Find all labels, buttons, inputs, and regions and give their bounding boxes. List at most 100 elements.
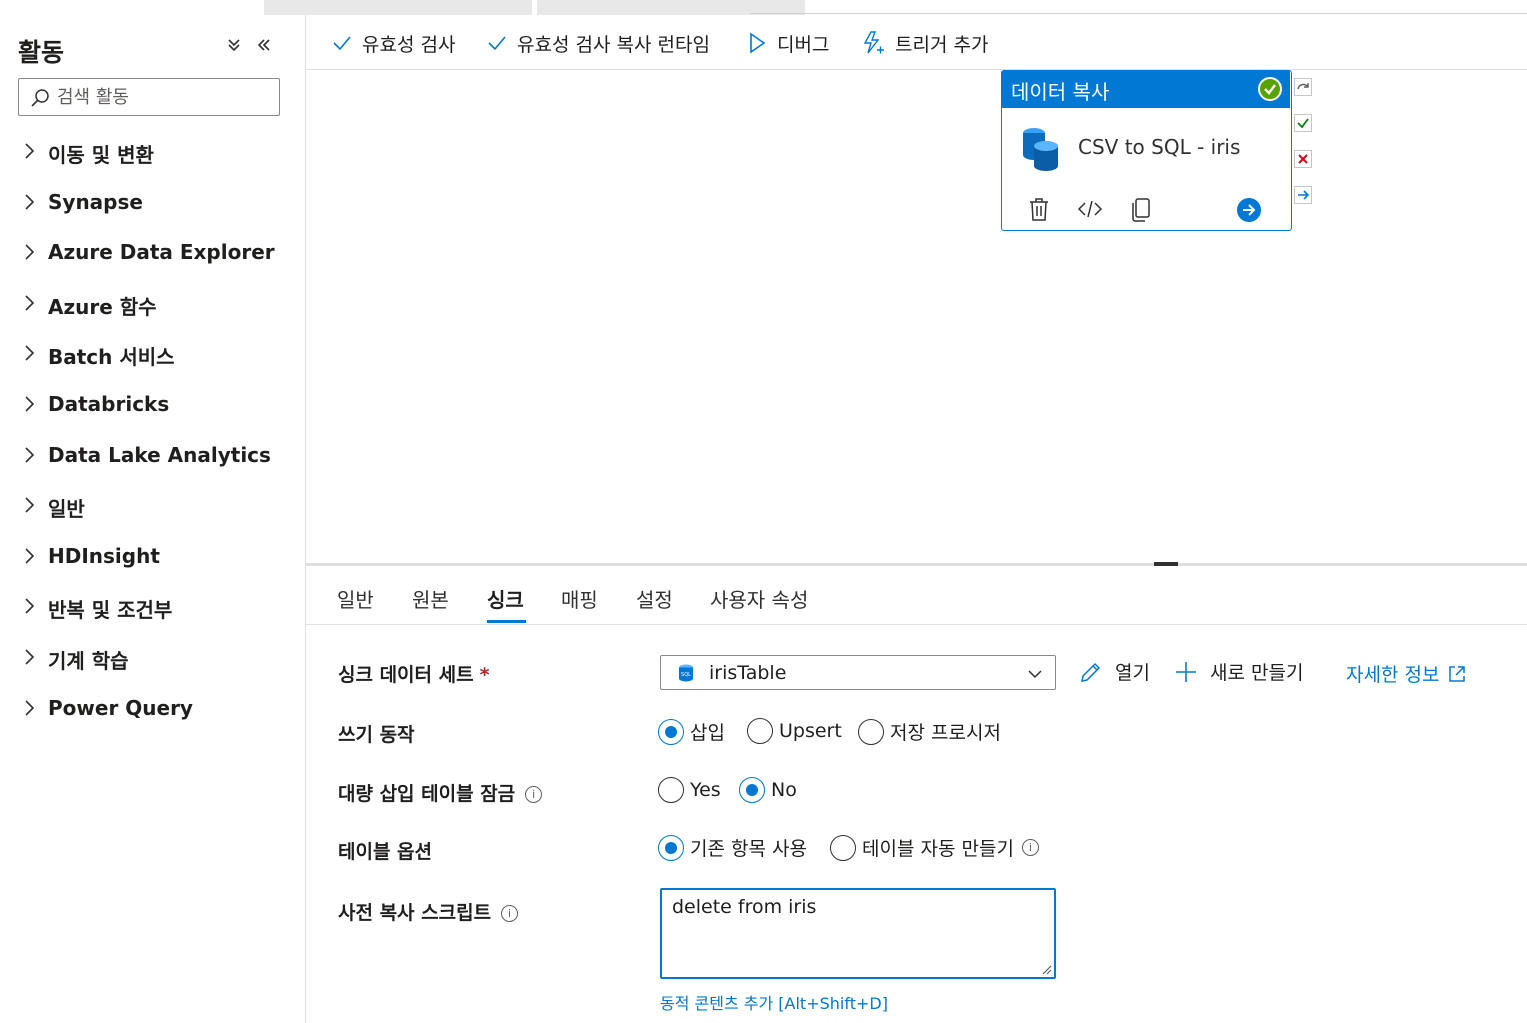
radio-label: 저장 프로시저 (890, 722, 1001, 744)
radio-label: 삽입 (690, 722, 725, 744)
activities-title: 활동 (18, 38, 65, 67)
activity-search-input[interactable] (57, 83, 272, 111)
collapse-pane-icon[interactable] (256, 37, 272, 58)
pipeline-canvas[interactable] (306, 70, 1527, 564)
radio-label: No (771, 779, 797, 801)
category-azure-data-explorer[interactable]: Azure Data Explorer (0, 226, 305, 277)
chevron-right-icon (25, 699, 35, 716)
resize-grip-icon[interactable] (1040, 963, 1052, 975)
play-icon (750, 32, 766, 54)
completion-output-icon[interactable] (1294, 186, 1312, 204)
chevron-right-icon (25, 548, 35, 564)
chevron-right-icon (25, 345, 35, 361)
add-trigger-button[interactable]: 트리거 추가 (861, 29, 988, 57)
bulk-lock-yes-radio[interactable]: Yes (658, 777, 721, 803)
bulk-lock-no-radio[interactable]: No (739, 777, 797, 803)
precopy-script-box: delete from iris (660, 888, 1056, 979)
validate-button[interactable]: 유효성 검사 (332, 29, 455, 57)
info-icon[interactable]: i (525, 786, 543, 803)
tab-mapping[interactable]: 매핑 (561, 584, 598, 613)
category-label: Databricks (48, 391, 170, 416)
radio-label: Yes (690, 779, 721, 801)
success-output-icon[interactable] (1294, 114, 1312, 132)
failure-output-icon[interactable] (1294, 150, 1312, 168)
validate-label: 유효성 검사 (362, 33, 456, 56)
add-dynamic-content-link[interactable]: 동적 콘텐츠 추가 [Alt+Shift+D] (660, 990, 888, 1014)
info-icon[interactable]: i (501, 905, 519, 922)
tab-settings[interactable]: 설정 (636, 584, 673, 613)
category-power-query[interactable]: Power Query (0, 682, 305, 733)
tab-source[interactable]: 원본 (412, 584, 449, 613)
category-iteration-conditionals[interactable]: 반복 및 조건부 (0, 580, 305, 631)
category-label: 반복 및 조건부 (48, 598, 173, 623)
radio-selected-indicator (739, 777, 765, 803)
collapse-all-icon[interactable] (226, 37, 242, 58)
category-machine-learning[interactable]: 기계 학습 (0, 631, 305, 682)
open-dataset-button[interactable]: 열기 (1079, 658, 1150, 685)
debug-button[interactable]: 디버그 (747, 29, 829, 57)
tab-user-properties[interactable]: 사용자 속성 (710, 584, 808, 613)
clone-icon[interactable] (1129, 197, 1153, 223)
category-label: Data Lake Analytics (48, 442, 271, 467)
skip-output-icon[interactable] (1294, 78, 1312, 96)
checkmark-icon (333, 36, 351, 51)
pipeline-toolbar: 유효성 검사 유효성 검사 복사 런타임 디버그 트리거 추가 (306, 15, 1527, 70)
new-dataset-button[interactable]: 새로 만들기 (1174, 658, 1303, 685)
search-icon (31, 89, 49, 107)
table-auto-create-radio[interactable]: 테이블 자동 만들기 i (830, 834, 1039, 861)
success-check-icon (1258, 77, 1282, 101)
properties-tabs: 일반 원본 싱크 매핑 설정 사용자 속성 (306, 566, 1527, 625)
sink-dataset-label: 싱크 데이터 세트 * (338, 660, 490, 687)
write-upsert-radio[interactable]: Upsert (747, 718, 842, 744)
strip-divider (750, 13, 1527, 14)
precopy-script-label-text: 사전 복사 스크립트 (338, 902, 492, 924)
precopy-script-input[interactable]: delete from iris (672, 896, 1042, 971)
category-hdinsight[interactable]: HDInsight (0, 530, 305, 581)
delete-icon[interactable] (1027, 197, 1051, 223)
learn-more-link[interactable]: 자세한 정보 (1346, 660, 1467, 687)
document-tab[interactable] (264, 0, 532, 15)
info-icon[interactable]: i (1021, 839, 1039, 856)
radio-label: 기존 항목 사용 (690, 838, 807, 860)
category-label: Batch 서비스 (48, 345, 175, 370)
chevron-right-icon (25, 598, 35, 614)
go-arrow-icon[interactable] (1236, 197, 1262, 223)
category-data-lake-analytics[interactable]: Data Lake Analytics (0, 429, 305, 480)
table-use-existing-radio[interactable]: 기존 항목 사용 (658, 834, 807, 861)
svg-text:SQL: SQL (681, 672, 691, 678)
write-behavior-label: 쓰기 동작 (338, 724, 415, 746)
chevron-right-icon (25, 649, 35, 665)
category-batch-service[interactable]: Batch 서비스 (0, 327, 305, 378)
activity-category-list: 이동 및 변환 Synapse Azure Data Explorer Azur… (0, 125, 305, 732)
learn-more-text: 자세한 정보 (1346, 664, 1440, 686)
radio-label: 테이블 자동 만들기 (862, 838, 1014, 860)
activity-search-box[interactable] (18, 78, 280, 116)
new-label: 새로 만들기 (1210, 662, 1304, 684)
activity-header: 데이터 복사 (1002, 71, 1290, 108)
category-azure-functions[interactable]: Azure 함수 (0, 277, 305, 328)
copy-data-activity[interactable]: 데이터 복사 CSV to SQL - iris (1001, 70, 1292, 231)
category-move-transform[interactable]: 이동 및 변환 (0, 125, 305, 176)
radio-indicator (858, 718, 884, 745)
chevron-right-icon (25, 295, 35, 311)
tab-general[interactable]: 일반 (337, 584, 374, 613)
validate-copy-runtime-button[interactable]: 유효성 검사 복사 런타임 (487, 29, 710, 57)
category-label: Azure Data Explorer (48, 240, 275, 265)
sink-dataset-label-text: 싱크 데이터 세트 (338, 664, 474, 686)
top-tab-strip (0, 0, 1527, 15)
bulk-lock-label: 대량 삽입 테이블 잠금 i (338, 779, 543, 806)
category-label: Power Query (48, 695, 193, 720)
category-general[interactable]: 일반 (0, 479, 305, 530)
radio-label: Upsert (779, 720, 842, 742)
category-databricks[interactable]: Databricks (0, 378, 305, 429)
chevron-down-icon (1028, 670, 1042, 679)
write-stored-procedure-radio[interactable]: 저장 프로시저 (858, 718, 1001, 745)
sink-dataset-dropdown[interactable]: SQL irisTable (660, 655, 1056, 690)
tab-sink[interactable]: 싱크 (487, 584, 524, 613)
lightning-add-icon (863, 31, 884, 54)
radio-indicator (658, 777, 684, 803)
category-synapse[interactable]: Synapse (0, 176, 305, 227)
external-link-icon (1449, 665, 1466, 682)
write-insert-radio[interactable]: 삽입 (658, 718, 725, 745)
code-icon[interactable] (1077, 197, 1103, 221)
